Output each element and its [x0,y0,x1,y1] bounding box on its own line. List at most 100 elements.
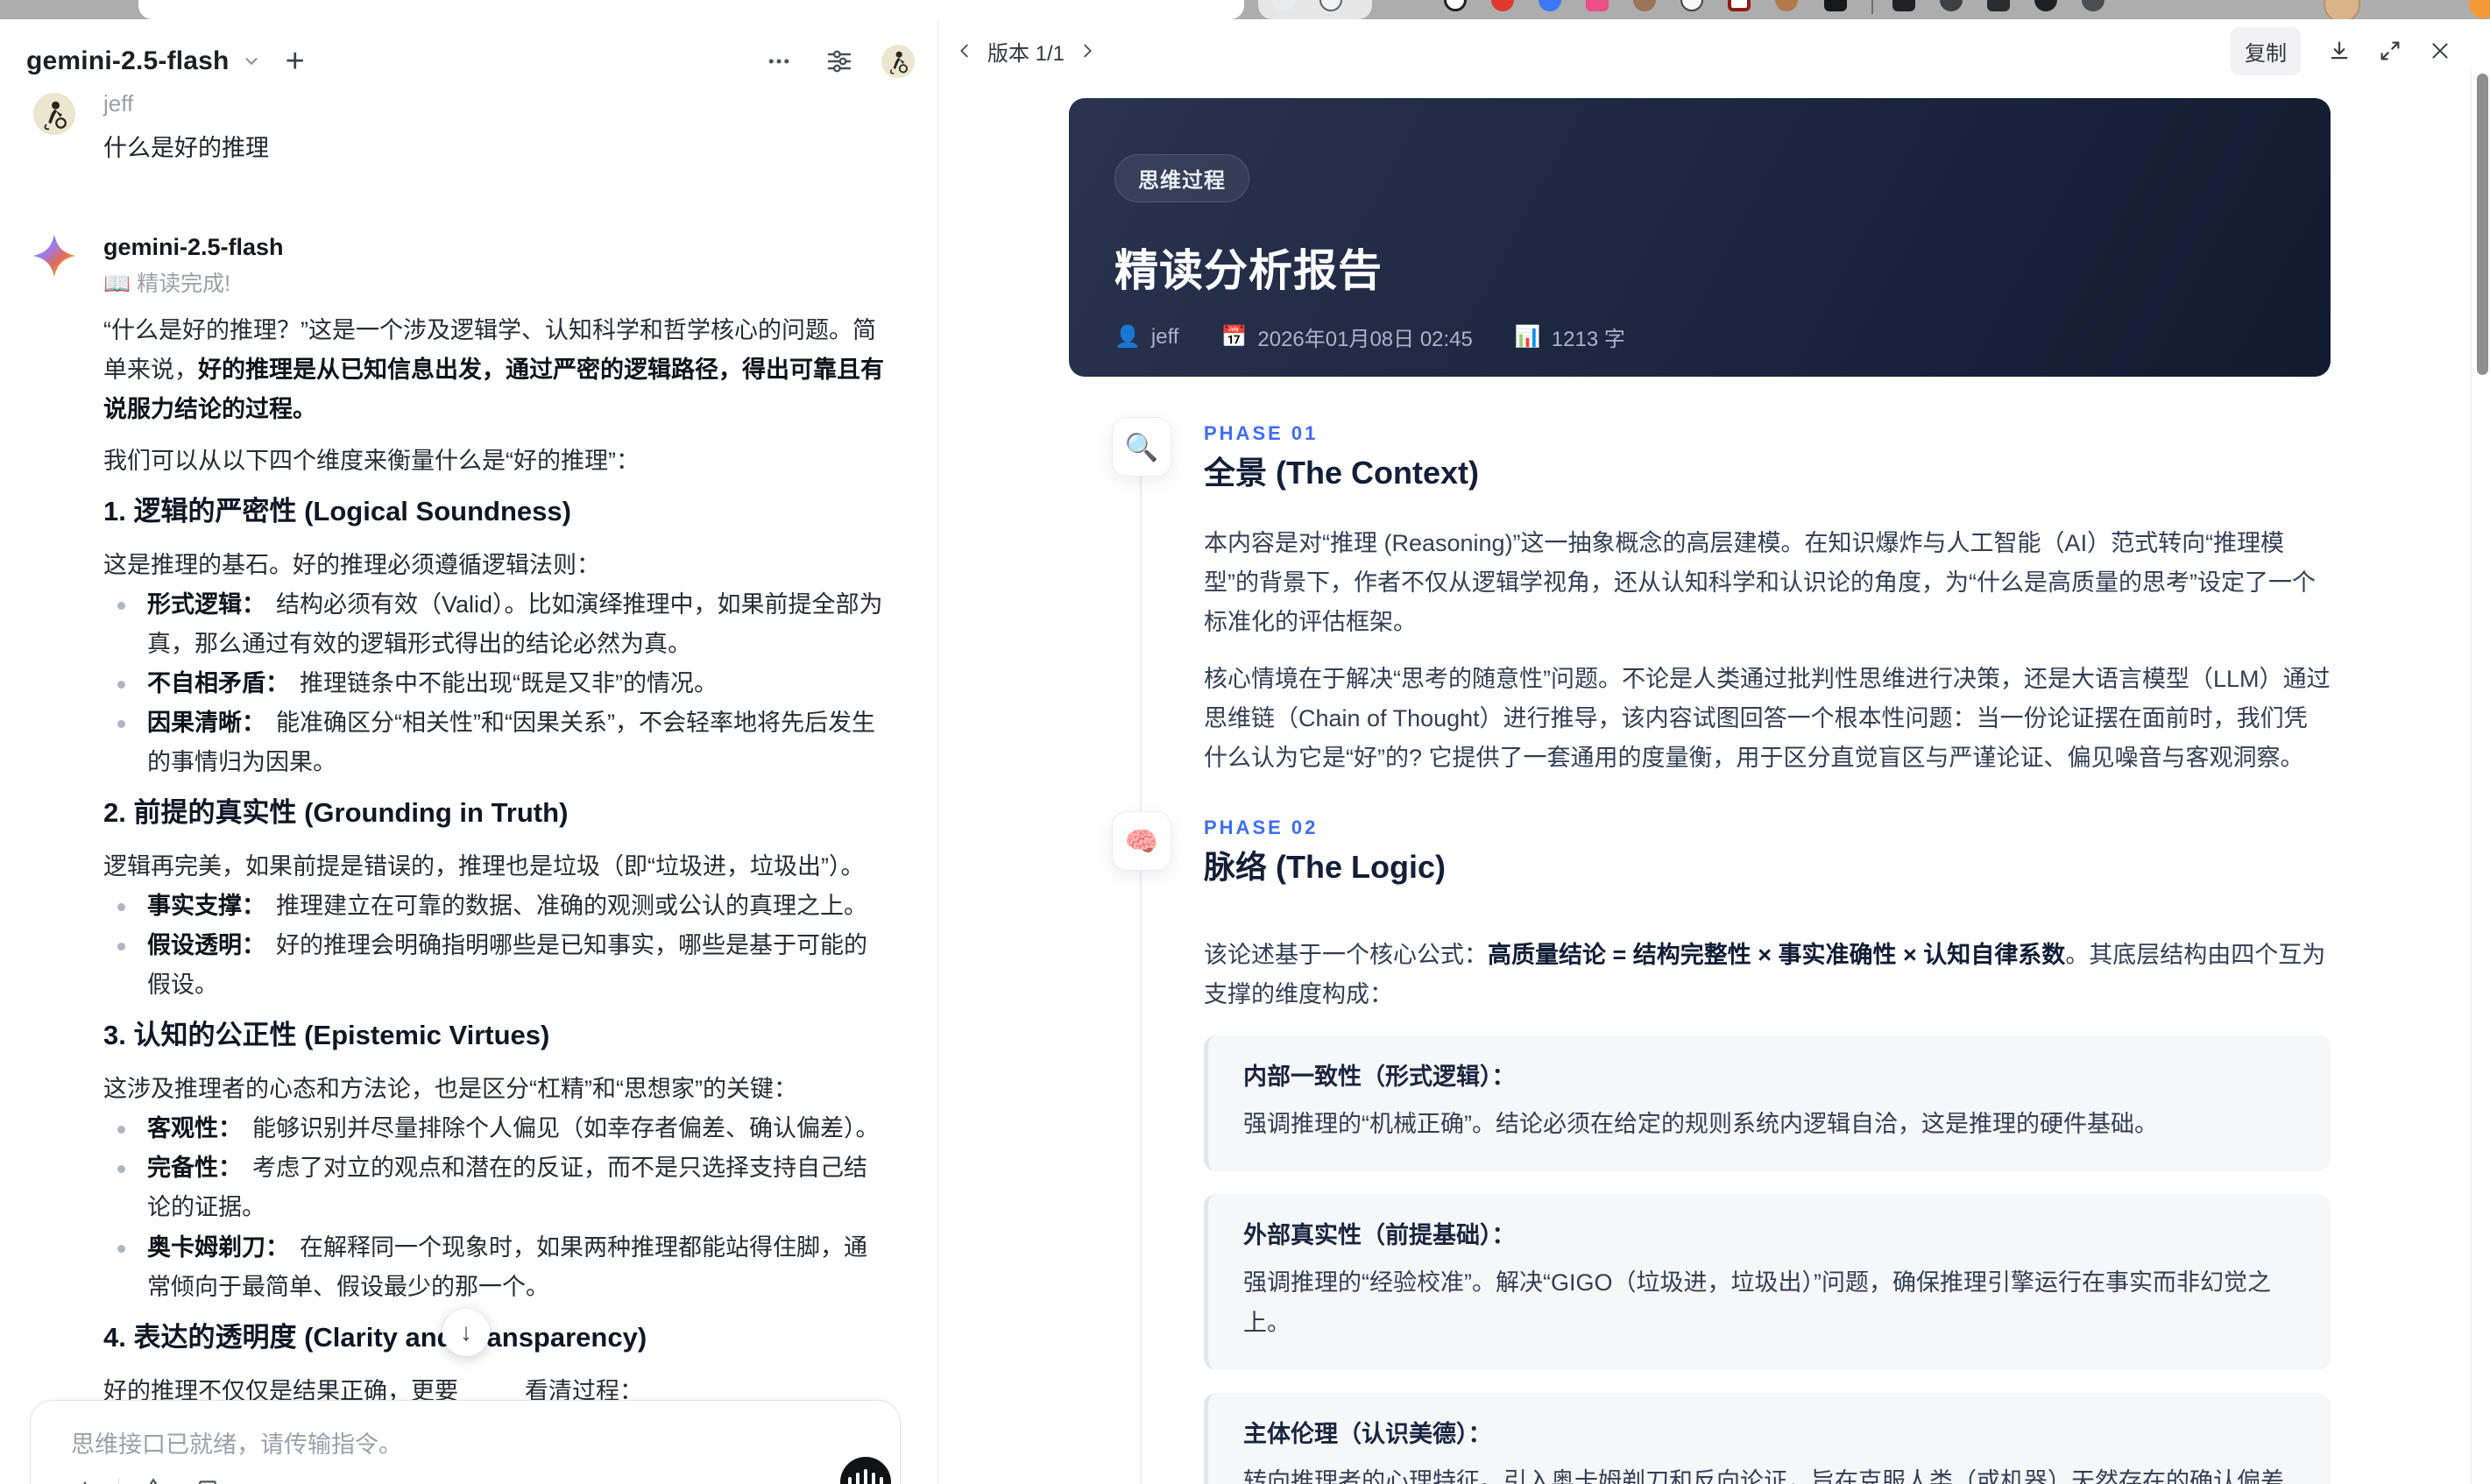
scrollbar-thumb[interactable] [2477,74,2488,375]
list-item: 假设透明： 好的推理会明确指明哪些是已知事实，哪些是基于可能的假设。 [103,926,888,1005]
browser-toolbar-divider [1871,0,1873,14]
chat-message-list: jeff 什么是好的推理 gemini-2.5-flash 📖 精读完成! “什… [32,89,888,1484]
artifact-actions: 复制 [2231,26,2451,75]
previous-version-button[interactable] [947,33,982,68]
browser-extension-icon[interactable] [1633,0,1656,11]
dimension-card: 主体伦理（认识美德）： 转向推理者的心理特征。引入奥卡姆剃刀和反向论证，旨在克服… [1204,1392,2331,1484]
copy-button[interactable]: 复制 [2231,26,2301,75]
browser-extension-icon[interactable] [1680,0,1703,11]
report-meta: 👤 jeff 📅 2026年01月08日 02:45 📊 1213 字 [1114,322,2285,352]
chat-input-placeholder: 思维接口已就绪，请传输指令。 [71,1431,402,1458]
settings-sliders-icon[interactable] [825,47,853,75]
assistant-message: gemini-2.5-flash 📖 精读完成! “什么是好的推理？”这是一个涉… [32,233,888,1484]
chat-panel: gemini-2.5-flash + jeff 什么是好的推理 gemini-2… [0,19,938,1484]
waveform-icon [848,1477,852,1484]
phase-2-label: PHASE 02 [1204,816,1319,839]
section-1-list: 形式逻辑： 结构必须有效（Valid）。比如演绎推理中，如果前提全部为真，那么通过… [103,585,888,782]
intro-bold-text: 好的推理是从已知信息出发，通过严密的逻辑路径，得出可靠且有说服力结论的过程。 [103,356,884,422]
dimension-cards: 内部一致性（形式逻辑）： 强调推理的“机械正确”。结论必须在给定的规则系统内逻辑… [1204,1035,2331,1484]
artifact-panel: 版本 1/1 复制 思维过程 精读分析报告 👤 jeff 📅 2026年01月0… [938,19,2490,1484]
person-icon: 👤 [1114,325,1141,349]
calendar-icon: 📅 [1220,325,1248,349]
phase-timeline: 🔍 PHASE 01 全景 (The Context) 本内容是对“推理 (Re… [1069,417,2331,1484]
download-icon[interactable] [2327,39,2352,63]
arrow-down-icon: ↓ [460,1318,472,1346]
version-label: 版本 1/1 [987,41,1065,66]
phase-1-label: PHASE 01 [1204,422,1319,444]
version-navigator: 版本 1/1 [947,33,1105,68]
browser-extension-icon[interactable] [1586,0,1609,11]
browser-chrome-strip [0,0,2490,19]
bookmark-icon[interactable] [195,1478,221,1484]
artifact-document: 思维过程 精读分析报告 👤 jeff 📅 2026年01月08日 02:45 📊 [1069,98,2331,1484]
section-4-title: 4. 表达的透明度 (Clarity and Transparency) [103,1321,647,1353]
new-topic-button[interactable]: + [286,45,305,78]
browser-extension-icon[interactable] [1539,0,1561,11]
user-avatar[interactable] [881,45,915,78]
browser-extension-icon[interactable] [1987,0,2010,11]
list-item: 事实支撑： 推理建立在可靠的数据、准确的观测或公认的真理之上。 [103,887,888,926]
artifact-toolbar: 版本 1/1 复制 [938,19,2490,82]
voice-input-button[interactable] [840,1457,891,1484]
chat-input-box[interactable]: 思维接口已就绪，请传输指令。 [30,1400,901,1484]
attach-plus-icon[interactable] [71,1477,99,1484]
magnifier-icon: 🔍 [1112,417,1171,477]
browser-extension-icon[interactable] [2034,0,2057,11]
expand-icon[interactable] [2378,39,2402,63]
browser-extension-icon[interactable] [1491,0,1514,11]
section-2-title: 2. 前提的真实性 (Grounding in Truth) [103,797,569,829]
assistant-status-text: 📖 精读完成! [103,272,231,297]
phase-2-formula: 该论述基于一个核心公式：高质量结论 = 结构完整性 × 事实准确性 × 认知自律… [1204,941,2326,1007]
screen: gemini-2.5-flash + jeff 什么是好的推理 gemini-2… [0,0,2490,1484]
browser-extension-icon[interactable] [1775,0,1798,11]
phase-1-paragraph: 核心情境在于解决“思考的随意性”问题。不论是人类通过批判性思维进行决策，还是大语… [1204,665,2331,771]
composer-divider [118,1478,119,1484]
browser-extension-icon[interactable] [1824,0,1847,11]
browser-extension-icon[interactable] [1892,0,1915,11]
list-item: 奥卡姆剃刀： 在解释同一个现象时，如果两种推理都能站得住脚，通常倾向于最简单、假设… [103,1228,888,1307]
session-title[interactable]: gemini-2.5-flash [26,46,230,76]
section-3-list: 客观性： 能够识别并尽量排除个人偏见（如幸存者偏差、确认偏差）。 完备性： 考虑了对… [103,1109,888,1306]
browser-extension-icon[interactable] [1444,0,1467,11]
user-message-text: 什么是好的推理 [103,134,269,161]
list-item: 完备性： 考虑了对立的观点和潜在的反证，而不是只选择支持自己结论的证据。 [103,1148,888,1227]
section-3-desc: 这涉及推理者的心态和方法论，也是区分“杠精”和“思想家”的关键： [103,1076,797,1103]
more-options-icon[interactable] [766,48,792,74]
browser-omnibox[interactable] [138,0,1244,19]
phase-2-section: 🧠 PHASE 02 脉络 (The Logic) 该论述基于一个核心公式：高质… [1069,811,2331,1484]
browser-extension-icon[interactable] [2082,0,2104,11]
report-title: 精读分析报告 [1114,246,1383,295]
browser-extension-icon[interactable] [1940,0,1963,11]
dimension-card: 内部一致性（形式逻辑）： 强调推理的“机械正确”。结论必须在给定的规则系统内逻辑… [1204,1035,2331,1171]
phase-1-section: 🔍 PHASE 01 全景 (The Context) 本内容是对“推理 (Re… [1069,417,2331,778]
list-item: 不自相矛盾： 推理链条中不能出现“既是又非”的情况。 [103,664,888,703]
user-name: jeff [103,90,134,117]
browser-profile-avatar[interactable] [2324,0,2360,19]
phase-1-body: 本内容是对“推理 (Reasoning)”这一抽象概念的高层建模。在知识爆炸与人… [1204,524,2331,778]
assistant-name: gemini-2.5-flash [103,233,284,260]
user-avatar [33,93,75,135]
sparkle-tokens-icon[interactable] [138,1476,168,1484]
phase-2-body: 该论述基于一个核心公式：高质量结论 = 结构完整性 × 事实准确性 × 认知自律… [1204,936,2331,1484]
brain-icon: 🧠 [1112,811,1171,872]
browser-extension-icon[interactable] [2469,0,2490,18]
assistant-markdown: “什么是好的推理？”这是一个涉及逻辑学、认知科学和哲学核心的问题。简单来说，好的… [103,311,888,1484]
intro-paragraph: “什么是好的推理？”这是一个涉及逻辑学、认知科学和哲学核心的问题。简单来说，好的… [103,311,888,429]
phase-2-title: 脉络 (The Logic) [1204,849,1446,886]
report-badge: 思维过程 [1114,154,1249,202]
scrollbar-track [2471,70,2472,1484]
browser-extension-icon[interactable] [1728,0,1751,11]
section-1-desc: 这是推理的基石。好的推理必须遵循逻辑法则： [103,551,600,578]
report-date: 📅 2026年01月08日 02:45 [1220,325,1473,351]
section-2-desc: 逻辑再完美，如果前提是错误的，推理也是垃圾（即“垃圾进，垃圾出”）。 [103,853,865,880]
report-hero-card: 思维过程 精读分析报告 👤 jeff 📅 2026年01月08日 02:45 📊 [1069,98,2331,377]
phase-1-paragraph: 本内容是对“推理 (Reasoning)”这一抽象概念的高层建模。在知识爆炸与人… [1204,529,2316,635]
dimension-card: 外部真实性（前提基础）： 强调推理的“经验校准”。解决“GIGO（垃圾进，垃圾出… [1204,1193,2331,1370]
chevron-down-icon[interactable] [242,52,261,71]
lead-paragraph: 我们可以从以下四个维度来衡量什么是“好的推理”： [103,447,640,474]
section-3-title: 3. 认知的公正性 (Epistemic Virtues) [103,1020,550,1051]
next-version-button[interactable] [1070,33,1105,68]
scroll-to-bottom-button[interactable]: ↓ [442,1309,490,1356]
phase-1-title: 全景 (The Context) [1204,455,1479,491]
close-icon[interactable] [2429,39,2451,62]
